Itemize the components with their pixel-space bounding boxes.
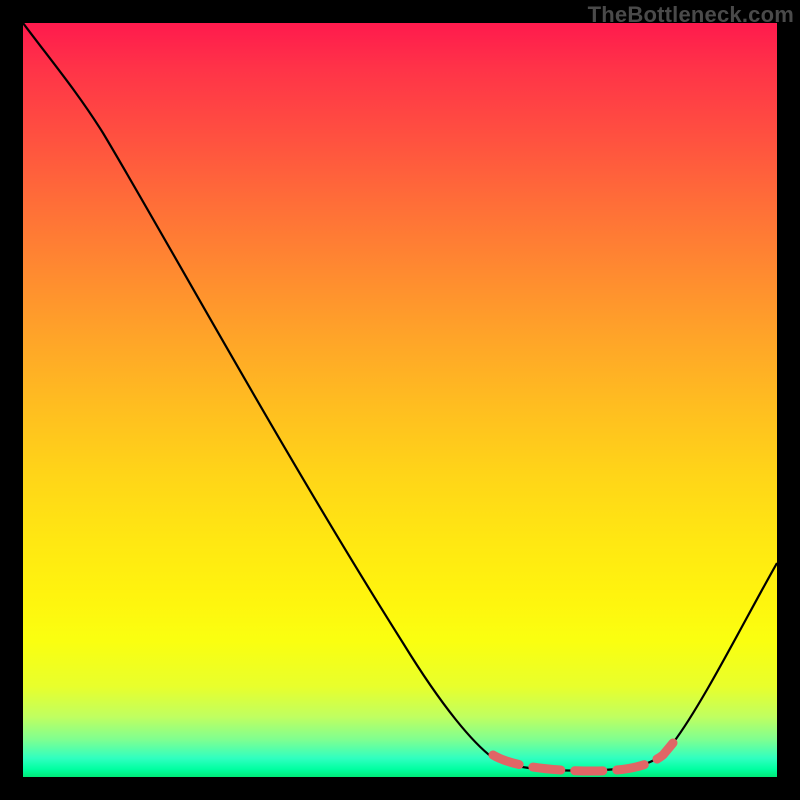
chart-area: [23, 23, 777, 777]
heat-gradient: [23, 23, 777, 777]
watermark-text: TheBottleneck.com: [588, 2, 794, 28]
